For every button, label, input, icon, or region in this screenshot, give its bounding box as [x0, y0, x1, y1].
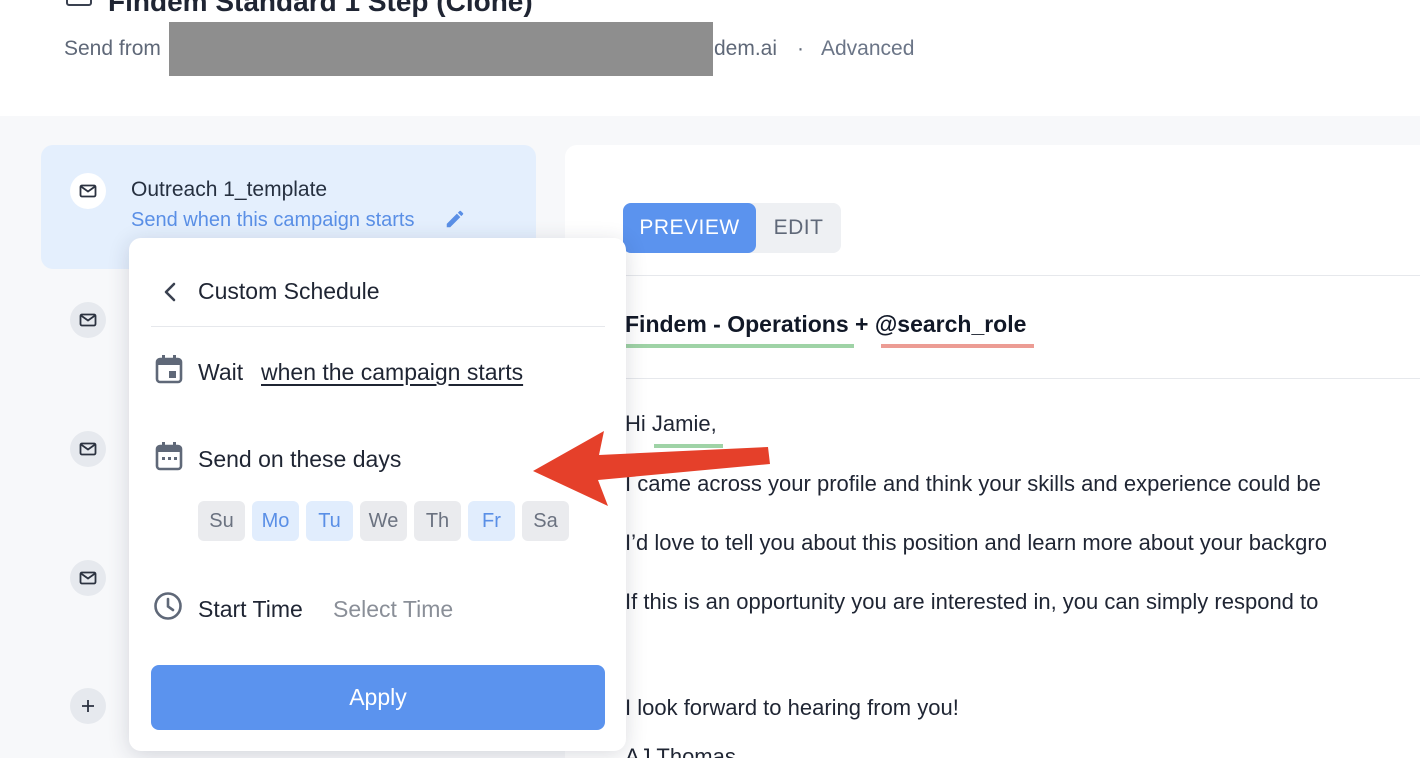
page-header: Findem Standard 1 Step (Clone) Send from…: [0, 0, 1420, 116]
day-toggle-wednesday[interactable]: We: [360, 501, 407, 541]
divider: [600, 378, 1420, 379]
annotation-arrow-icon: [533, 431, 770, 506]
mail-icon[interactable]: [70, 431, 106, 467]
tab-edit[interactable]: EDIT: [756, 203, 841, 253]
sequence-icon: [66, 0, 92, 6]
divider: [151, 326, 605, 327]
day-toggle-monday[interactable]: Mo: [252, 501, 299, 541]
sender-domain: dem.ai: [714, 37, 778, 60]
divider: [600, 275, 1420, 276]
day-toggle-friday[interactable]: Fr: [468, 501, 515, 541]
tab-preview[interactable]: PREVIEW: [623, 203, 756, 253]
separator-dot: ·: [797, 37, 804, 60]
days-label: Send on these days: [198, 446, 402, 472]
start-time-select[interactable]: Select Time: [333, 596, 453, 623]
advanced-link[interactable]: Advanced: [821, 37, 914, 61]
wait-label: Wait: [198, 359, 244, 385]
token-underline-invalid: [881, 344, 1034, 348]
start-time-label: Start Time: [198, 596, 303, 622]
day-toggle-thursday[interactable]: Th: [414, 501, 461, 541]
send-from-label: Send from: [64, 37, 161, 60]
email-body-line: If this is an opportunity you are intere…: [625, 589, 1319, 614]
mail-icon[interactable]: [70, 560, 106, 596]
token-underline-valid: [625, 344, 854, 348]
day-toggle-tuesday[interactable]: Tu: [306, 501, 353, 541]
email-body-line: I look forward to hearing from you!: [625, 695, 959, 720]
email-body-line: I’d love to tell you about this position…: [625, 530, 1327, 555]
clock-icon: [154, 592, 182, 620]
calendar-event-icon: [155, 355, 183, 384]
redacted-sender-email: [169, 22, 713, 76]
apply-button[interactable]: Apply: [151, 665, 605, 730]
day-toggle-sunday[interactable]: Su: [198, 501, 245, 541]
page-title: Findem Standard 1 Step (Clone): [108, 0, 533, 17]
step-schedule-link[interactable]: Send when this campaign starts: [131, 209, 415, 232]
mail-icon: [70, 173, 106, 209]
calendar-icon: [155, 442, 183, 471]
wait-condition-select[interactable]: when the campaign starts: [261, 359, 523, 386]
email-subject: Findem - Operations + @search_role: [625, 311, 1027, 337]
chevron-left-icon[interactable]: [158, 279, 182, 305]
add-step-icon[interactable]: [70, 688, 106, 724]
email-signature: AJ Thomas: [625, 744, 736, 758]
popover-title: Custom Schedule: [198, 278, 380, 304]
mail-icon[interactable]: [70, 302, 106, 338]
step-name: Outreach 1_template: [131, 178, 328, 201]
pencil-icon[interactable]: [444, 208, 466, 230]
